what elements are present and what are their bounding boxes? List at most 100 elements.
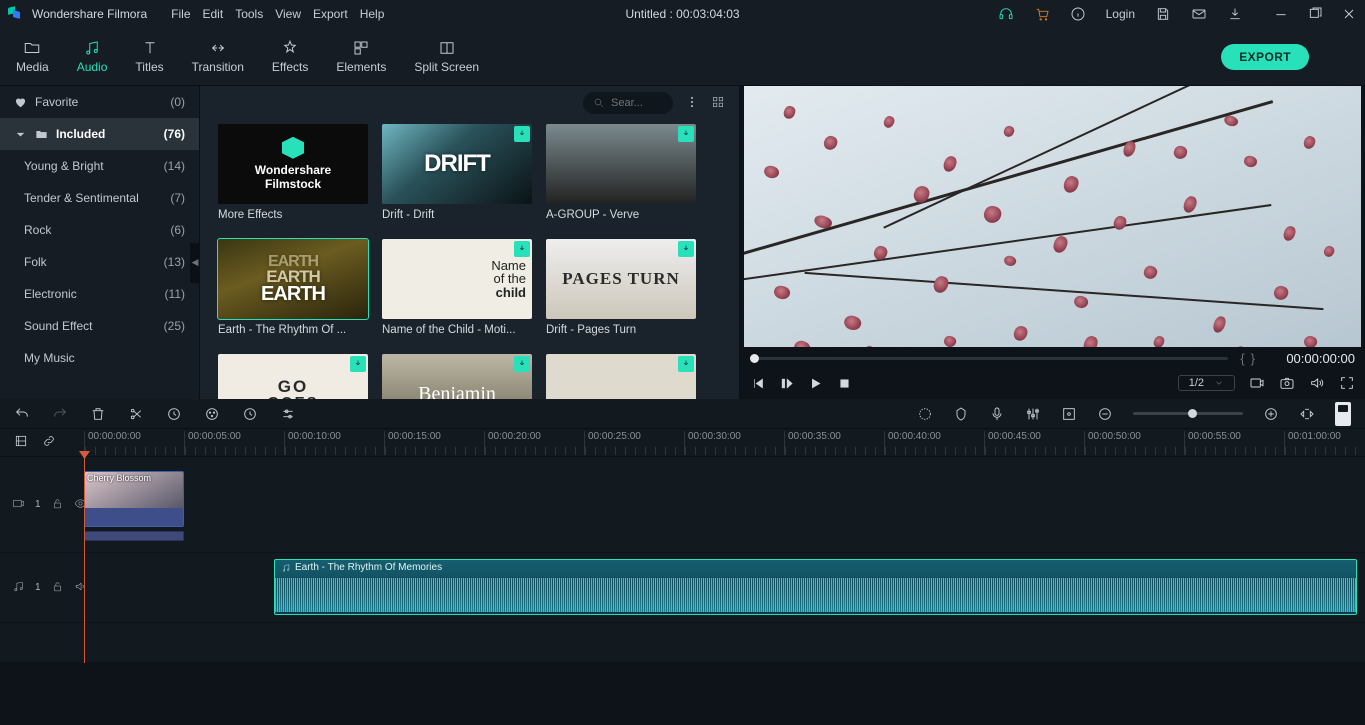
save-icon[interactable] [1155, 6, 1171, 22]
export-button[interactable]: EXPORT [1221, 44, 1309, 70]
track-height-toggle[interactable] [1335, 402, 1351, 426]
download-badge-icon[interactable] [514, 356, 530, 372]
tab-audio[interactable]: Audio [77, 39, 108, 74]
keyframe-icon[interactable] [1061, 406, 1077, 422]
login-link[interactable]: Login [1106, 7, 1135, 21]
headset-icon[interactable] [998, 6, 1014, 22]
download-badge-icon[interactable] [678, 356, 694, 372]
tab-transition[interactable]: Transition [192, 39, 244, 74]
tab-media[interactable]: Media [16, 39, 49, 74]
card-verve[interactable]: A-GROUP - Verve [546, 124, 696, 221]
sidebar-item-electronic[interactable]: Electronic(11) [0, 278, 199, 310]
download-badge-icon[interactable] [678, 126, 694, 142]
spare-track-body[interactable] [84, 623, 1365, 662]
search-input-wrap[interactable] [583, 92, 673, 114]
timeline-ruler[interactable]: 00:00:00:0000:00:05:0000:00:10:0000:00:1… [84, 429, 1365, 456]
zoom-slider[interactable] [1133, 412, 1243, 415]
link-icon[interactable] [42, 434, 56, 451]
prev-frame-icon[interactable] [750, 376, 765, 391]
track-lock-icon[interactable] [51, 580, 64, 596]
menu-help[interactable]: Help [360, 7, 385, 21]
download-icon[interactable] [1227, 6, 1243, 22]
tab-elements[interactable]: Elements [336, 39, 386, 74]
maximize-icon[interactable] [1307, 6, 1323, 22]
crop-icon[interactable] [166, 406, 182, 422]
marker-icon[interactable] [953, 406, 969, 422]
card-drift[interactable]: DRIFT Drift - Drift [382, 124, 532, 221]
zoom-out-icon[interactable] [1097, 406, 1113, 422]
card-go[interactable]: GOGOES [218, 354, 368, 399]
split-icon[interactable] [128, 406, 144, 422]
tab-effects[interactable]: Effects [272, 39, 308, 74]
info-icon[interactable] [1070, 6, 1086, 22]
download-badge-icon[interactable] [350, 356, 366, 372]
volume-icon[interactable] [1309, 375, 1325, 391]
card-benjamin[interactable]: Benjamin [382, 354, 532, 399]
sidebar-item-rock[interactable]: Rock(6) [0, 214, 199, 246]
sidebar-item-young[interactable]: Young & Bright(14) [0, 150, 199, 182]
video-clip[interactable]: Cherry Blossom [84, 471, 184, 527]
tab-audio-label: Audio [77, 60, 108, 74]
download-badge-icon[interactable] [678, 241, 694, 257]
menu-tools[interactable]: Tools [235, 7, 263, 21]
undo-icon[interactable] [14, 406, 30, 422]
delete-icon[interactable] [90, 406, 106, 422]
track-lock-icon[interactable] [51, 497, 64, 513]
sidebar-item-label: Rock [24, 223, 51, 237]
quality-icon[interactable] [1249, 375, 1265, 391]
menu-file[interactable]: File [171, 7, 190, 21]
preview-scrubber[interactable] [750, 357, 1228, 360]
sort-icon[interactable] [685, 95, 699, 112]
video-clip-audio[interactable] [84, 531, 184, 541]
download-badge-icon[interactable] [514, 126, 530, 142]
zoom-knob-icon[interactable] [1188, 409, 1197, 418]
adjust-icon[interactable] [280, 406, 296, 422]
close-icon[interactable] [1341, 6, 1357, 22]
sidebar-collapse-handle[interactable]: ◀ [190, 243, 200, 283]
mail-icon[interactable] [1191, 6, 1207, 22]
play-icon[interactable] [808, 376, 823, 391]
audio-track-body[interactable]: Earth - The Rhythm Of Memories [84, 553, 1365, 622]
menu-export[interactable]: Export [313, 7, 348, 21]
tab-split-screen[interactable]: Split Screen [414, 39, 479, 74]
sidebar-favorite[interactable]: Favorite (0) [0, 86, 199, 118]
cart-icon[interactable] [1034, 6, 1050, 22]
speed-icon[interactable] [242, 406, 258, 422]
tab-titles[interactable]: Titles [135, 39, 163, 74]
minimize-icon[interactable] [1273, 6, 1289, 22]
record-icon[interactable] [989, 406, 1005, 422]
menu-edit[interactable]: Edit [203, 7, 224, 21]
card-pages[interactable]: PAGES TURN Drift - Pages Turn [546, 239, 696, 336]
card-filmstock[interactable]: WondershareFilmstock More Effects [218, 124, 368, 221]
search-input[interactable] [611, 97, 657, 109]
stop-icon[interactable] [837, 376, 852, 391]
card-drift2[interactable] [546, 354, 696, 399]
menu-view[interactable]: View [275, 7, 301, 21]
download-badge-icon[interactable] [514, 241, 530, 257]
sidebar-item-mymusic[interactable]: My Music [0, 342, 199, 374]
card-earth[interactable]: EARTHEARTHEARTH Earth - The Rhythm Of ..… [218, 239, 368, 336]
render-icon[interactable] [917, 406, 933, 422]
audio-clip[interactable]: Earth - The Rhythm Of Memories [274, 559, 1357, 615]
video-track-body[interactable]: Cherry Blossom [84, 457, 1365, 552]
fullscreen-icon[interactable] [1339, 375, 1355, 391]
frame-brackets[interactable]: {} [1240, 351, 1255, 366]
zoom-in-icon[interactable] [1263, 406, 1279, 422]
scrubber-knob-icon[interactable] [750, 354, 759, 363]
snapshot-icon[interactable] [1279, 375, 1295, 391]
grid-view-icon[interactable] [711, 95, 725, 112]
sidebar-included[interactable]: Included (76) [0, 118, 199, 150]
redo-icon[interactable] [52, 406, 68, 422]
sidebar-item-folk[interactable]: Folk(13) [0, 246, 199, 278]
preview-ratio-select[interactable]: 1/2 [1178, 375, 1235, 391]
sidebar-item-tender[interactable]: Tender & Sentimental(7) [0, 182, 199, 214]
card-notc[interactable]: Nameof thechild Name of the Child - Moti… [382, 239, 532, 336]
sidebar-item-soundfx[interactable]: Sound Effect(25) [0, 310, 199, 342]
tracks-manage-icon[interactable] [14, 434, 28, 451]
color-icon[interactable] [204, 406, 220, 422]
mixer-icon[interactable] [1025, 406, 1041, 422]
play-pause-icon[interactable] [779, 376, 794, 391]
playhead[interactable] [84, 457, 85, 663]
zoom-fit-icon[interactable] [1299, 406, 1315, 422]
preview-viewport[interactable]: /*flowers added below after body*/ [744, 86, 1361, 347]
